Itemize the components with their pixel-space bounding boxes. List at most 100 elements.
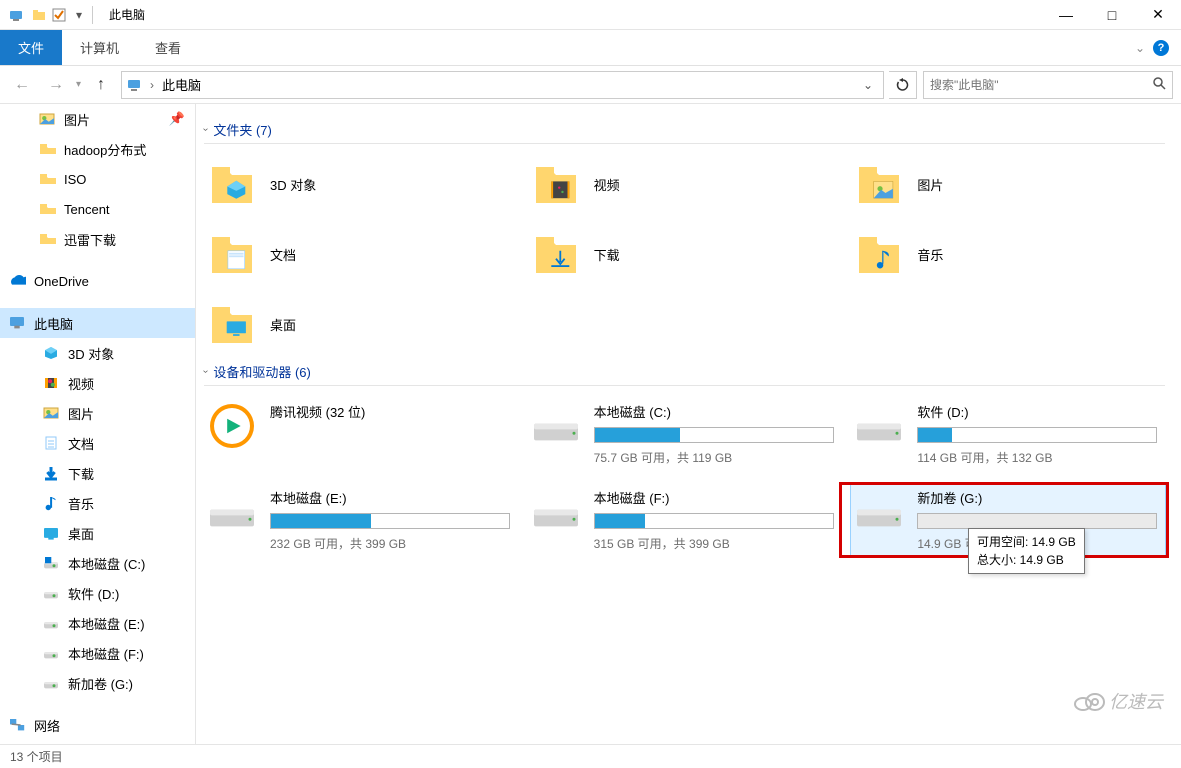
sidebar-item[interactable]: 3D 对象 [0,338,195,368]
tab-computer[interactable]: 计算机 [62,30,137,65]
sidebar-item[interactable]: 图片 📌 [0,104,195,134]
capacity-bar [594,427,834,443]
sidebar-item-label: 网络 [34,716,60,735]
sidebar-item[interactable]: 文档 [0,428,195,458]
sidebar-item-label: ISO [64,172,86,187]
minimize-button[interactable]: — [1043,0,1089,30]
folder-item[interactable]: 图片 [851,156,1165,212]
sidebar-item[interactable]: Tencent [0,194,195,224]
sidebar-item-label: 3D 对象 [68,344,114,363]
vertical-divider [92,6,93,24]
sidebar-item-label: 迅雷下载 [64,230,116,249]
folder-item[interactable]: 桌面 [204,296,518,352]
videos-icon [42,374,60,392]
sidebar-item-label: 音乐 [68,494,94,513]
drive-stats: 315 GB 可用，共 399 GB [594,535,838,552]
sidebar-item[interactable]: 软件 (D:) [0,578,195,608]
folder-icon [38,140,56,158]
sidebar-item[interactable]: 音乐 [0,488,195,518]
tooltip-line2: 总大小: 14.9 GB [977,551,1076,569]
sidebar-item-label: 文档 [68,434,94,453]
sidebar-item[interactable]: 下载 [0,458,195,488]
sidebar-item[interactable]: 网络 [0,710,195,740]
sidebar-item[interactable]: 新加卷 (G:) [0,668,195,698]
drive-icon [42,584,60,602]
drive-label: 本地磁盘 (C:) [594,402,838,421]
folder-label: 下载 [594,245,620,264]
pictures-icon [42,404,60,422]
folder-item[interactable]: 下载 [528,226,842,282]
up-button[interactable]: ↑ [87,71,115,99]
drive-item[interactable]: 本地磁盘 (E:) 232 GB 可用，共 399 GB [204,484,518,556]
pin-icon: 📌 [169,111,185,127]
sidebar-item[interactable]: ISO [0,164,195,194]
drive-stats: 75.7 GB 可用，共 119 GB [594,449,838,466]
breadcrumb-location[interactable]: 此电脑 [162,75,201,94]
network-icon [8,716,26,734]
tooltip-line1: 可用空间: 14.9 GB [977,533,1076,551]
folder-item[interactable]: 3D 对象 [204,156,518,212]
chevron-down-icon: › [200,370,211,373]
sidebar-item[interactable]: 图片 [0,398,195,428]
sidebar-item[interactable]: 本地磁盘 (C:) [0,548,195,578]
qa-dropdown-icon[interactable]: ▾ [72,8,86,22]
qa-folder-icon[interactable] [32,8,46,22]
drive-item[interactable]: 本地磁盘 (C:) 75.7 GB 可用，共 119 GB [528,398,842,470]
sidebar-item-label: 视频 [68,374,94,393]
sidebar-item[interactable]: 此电脑 [0,308,195,338]
address-bar[interactable]: › 此电脑 ⌄ [121,71,884,99]
drive-stats: 114 GB 可用，共 132 GB [917,449,1161,466]
drive-label: 本地磁盘 (F:) [594,488,838,507]
sidebar-item-label: 图片 [68,404,94,423]
sidebar-item-label: 本地磁盘 (E:) [68,614,145,633]
sidebar-item[interactable]: 迅雷下载 [0,224,195,254]
help-icon[interactable]: ? [1153,40,1169,56]
drive-item[interactable]: 软件 (D:) 114 GB 可用，共 132 GB [851,398,1165,470]
history-dropdown-icon[interactable]: ▾ [76,79,81,90]
breadcrumb-separator[interactable]: › [148,78,156,92]
search-icon[interactable] [1152,76,1166,93]
sidebar-item-label: 本地磁盘 (F:) [68,644,144,663]
app-icon [8,7,24,23]
back-button[interactable]: ← [8,71,36,99]
3d-objects-icon [42,344,60,362]
desktop-icon [42,524,60,542]
sidebar-item-label: 图片 [64,110,90,129]
search-input[interactable] [930,78,1152,92]
forward-button[interactable]: → [42,71,70,99]
drives-group-header[interactable]: › 设备和驱动器 (6) [204,362,1165,386]
sidebar-item[interactable]: OneDrive [0,266,195,296]
tencent-video-icon [208,402,256,450]
refresh-button[interactable] [889,71,917,99]
drive-item[interactable]: 腾讯视频 (32 位) [204,398,518,470]
folder-item[interactable]: 音乐 [851,226,1165,282]
drive-item[interactable]: 本地磁盘 (F:) 315 GB 可用，共 399 GB [528,484,842,556]
folder-label: 音乐 [917,245,943,264]
folder-item[interactable]: 文档 [204,226,518,282]
sidebar-item-label: Tencent [64,202,110,217]
close-button[interactable]: ✕ [1135,0,1181,30]
folder-item[interactable]: 视频 [528,156,842,212]
address-dropdown-icon[interactable]: ⌄ [857,78,879,92]
search-box[interactable] [923,71,1173,99]
window-title: 此电脑 [109,6,145,23]
maximize-button[interactable]: □ [1089,0,1135,30]
sidebar[interactable]: 图片 📌 hadoop分布式 ISO Tencent 迅雷下载 OneDrive… [0,104,196,744]
sidebar-item-label: 下载 [68,464,94,483]
drive-icon [42,614,60,632]
sidebar-item[interactable]: hadoop分布式 [0,134,195,164]
watermark: 亿速云 [1073,688,1163,714]
drive-label: 软件 (D:) [917,402,1161,421]
tab-file[interactable]: 文件 [0,30,62,65]
folders-group-header[interactable]: › 文件夹 (7) [204,120,1165,144]
sidebar-item[interactable]: 本地磁盘 (F:) [0,638,195,668]
ribbon-collapse-icon[interactable]: ⌄ [1135,41,1145,55]
tab-view[interactable]: 查看 [137,30,199,65]
drive-tooltip: 可用空间: 14.9 GB 总大小: 14.9 GB [968,528,1085,574]
qa-checkbox-icon[interactable] [52,8,66,22]
sidebar-item[interactable]: 视频 [0,368,195,398]
sidebar-item[interactable]: 本地磁盘 (E:) [0,608,195,638]
sidebar-item-label: 软件 (D:) [68,584,119,603]
folder-icon [38,200,56,218]
sidebar-item[interactable]: 桌面 [0,518,195,548]
